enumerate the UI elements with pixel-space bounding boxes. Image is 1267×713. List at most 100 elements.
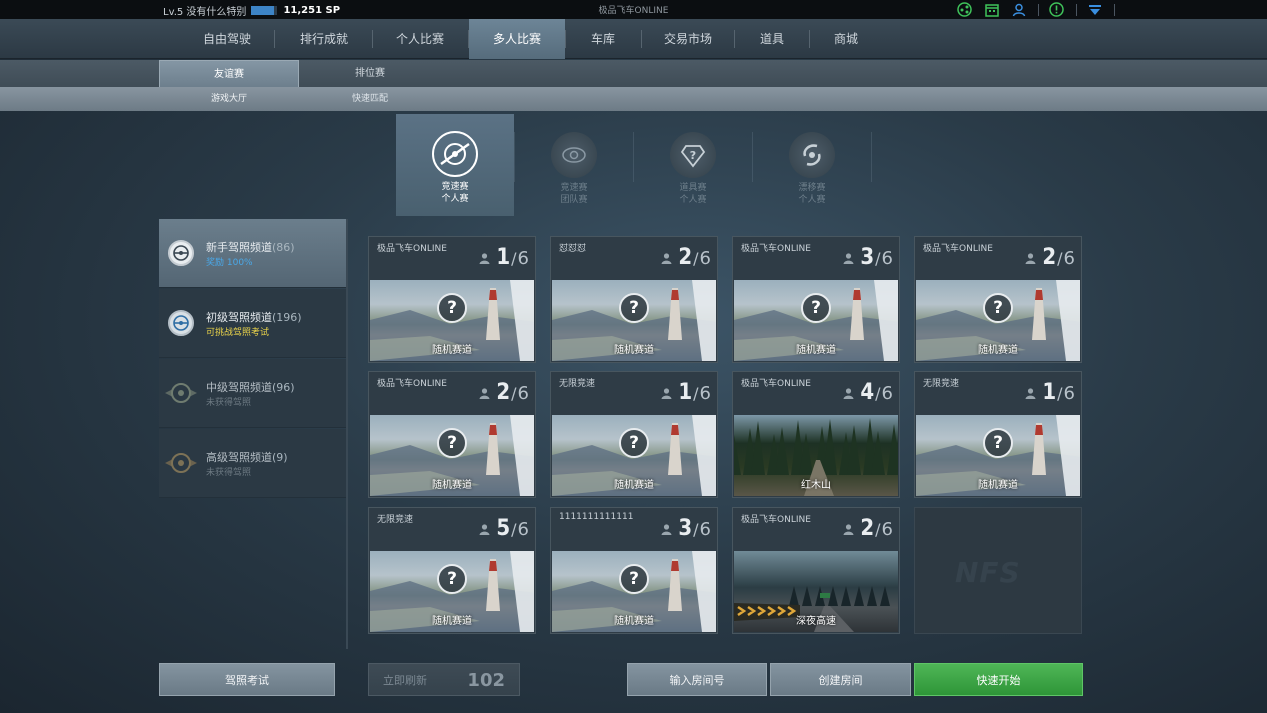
room-name: 极品飞车ONLINE [741,244,811,254]
speed-race-icon [432,131,478,177]
main-nav: 自由驾驶 排行成就 个人比赛 多人比赛 车库 交易市场 道具 商城 [0,19,1267,59]
person-icon [843,388,854,399]
item-race-icon: ? [670,132,716,178]
room-players: 2 [678,245,693,270]
room-player-count: 2/6 [843,518,893,540]
room-player-count: 3/6 [661,518,711,540]
nav-market[interactable]: 交易市场 [642,19,734,59]
mode-label: 竞速赛 个人赛 [441,182,469,204]
room-player-count: 5/6 [479,518,529,540]
mode-speed-race-team[interactable]: 竞速赛 团队赛 [515,114,633,216]
tab-ranked-match[interactable]: 排位赛 [300,60,440,87]
nav-free-drive[interactable]: 自由驾驶 [180,19,274,59]
tab-friendly-match[interactable]: 友谊赛 [159,60,299,87]
channel-name: 高级驾照频道(9) [206,451,288,464]
tab-game-lobby[interactable]: 游戏大厅 [159,87,299,111]
room-max-players: 6 [699,383,711,404]
random-track-icon: ? [437,564,467,594]
room-players: 1 [678,380,693,405]
mode-speed-race-solo[interactable]: 竞速赛 个人赛 [396,114,514,216]
winged-wheel-icon [163,380,199,406]
room-max-players: 6 [517,519,529,540]
refresh-button[interactable]: 立即刷新 102 [368,663,520,696]
channel-advanced[interactable]: 高级驾照频道(9) 未获得驾照 [159,429,346,498]
track-name: 深夜高速 [796,616,836,627]
person-icon [661,253,672,264]
person-icon [843,524,854,535]
quick-start-button[interactable]: 快速开始 [914,663,1083,696]
nav-solo-race[interactable]: 个人比赛 [372,19,468,59]
room-players: 1 [1042,380,1057,405]
room-card[interactable]: 怼怼怼 2/6? 随机赛道 [550,236,718,363]
create-room-button[interactable]: 创建房间 [770,663,911,696]
track-thumbnail: ? 随机赛道 [552,415,716,496]
refresh-countdown: 102 [467,670,505,691]
tab-quick-match[interactable]: 快速匹配 [300,87,440,111]
nav-leaderboard[interactable]: 排行成就 [276,19,372,59]
room-name: 极品飞车ONLINE [741,515,811,525]
room-max-players: 6 [699,519,711,540]
room-name: 极品飞车ONLINE [377,244,447,254]
top-status-bar: Lv.5 没有什么特别 11,251 SP 极品飞车ONLINE [0,0,1267,19]
enter-room-number-button[interactable]: 输入房间号 [627,663,767,696]
channel-name: 新手驾照频道(86) [206,241,295,254]
channel-intermediate[interactable]: 中级驾照频道(96) 未获得驾照 [159,359,346,428]
random-track-icon: ? [619,428,649,458]
alert-icon[interactable] [1049,2,1064,17]
nav-items[interactable]: 道具 [735,19,809,59]
room-max-players: 6 [881,248,893,269]
empty-room-slot: NFS [914,507,1082,634]
room-card[interactable]: 无限竞速 1/6? 随机赛道 [550,371,718,498]
room-card[interactable]: 无限竞速 1/6? 随机赛道 [914,371,1082,498]
room-card[interactable]: 极品飞车ONLINE 2/6 深夜高速 [732,507,900,634]
room-card[interactable]: 1111111111111 3/6? 随机赛道 [550,507,718,634]
random-track-icon: ? [983,293,1013,323]
room-card[interactable]: 极品飞车ONLINE 4/6 红木山 [732,371,900,498]
count-separator: / [875,384,881,403]
room-player-count: 1/6 [1025,382,1075,404]
nav-garage[interactable]: 车库 [565,19,641,59]
room-players: 1 [496,245,511,270]
room-max-players: 6 [881,383,893,404]
mode-item-race-solo[interactable]: ? 道具赛 个人赛 [634,114,752,216]
person-icon [479,388,490,399]
room-players: 3 [678,516,693,541]
channel-beginner[interactable]: 新手驾照频道(86) 奖励 100% [159,219,346,288]
person-icon [479,524,490,535]
lobby-subtabs: 游戏大厅 快速匹配 [0,87,1267,111]
dropdown-icon[interactable] [1087,2,1102,17]
count-separator: / [875,520,881,539]
room-card[interactable]: 极品飞车ONLINE 3/6? 随机赛道 [732,236,900,363]
separator [274,30,275,48]
mode-drift-race-solo[interactable]: 漂移赛 个人赛 [753,114,871,216]
channel-status: 可挑战驾照考试 [206,328,270,338]
channel-junior[interactable]: 初级驾照频道(196) 可挑战驾照考试 [159,289,346,358]
random-track-icon: ? [437,293,467,323]
share-icon[interactable] [957,2,972,17]
license-exam-button[interactable]: 驾照考试 [159,663,335,696]
track-thumbnail: ? 随机赛道 [916,280,1080,361]
room-players: 3 [860,245,875,270]
calendar-icon[interactable] [984,2,999,17]
mode-label: 漂移赛 个人赛 [798,183,826,205]
track-thumbnail: ? 随机赛道 [370,280,534,361]
nav-multiplayer-race[interactable]: 多人比赛 [469,19,565,59]
room-card[interactable]: 极品飞车ONLINE 2/6? 随机赛道 [914,236,1082,363]
drift-race-icon [789,132,835,178]
channel-status: 奖励 100% [206,258,253,268]
room-card[interactable]: 极品飞车ONLINE 2/6? 随机赛道 [368,371,536,498]
room-card[interactable]: 无限竞速 5/6? 随机赛道 [368,507,536,634]
track-thumbnail: ? 随机赛道 [370,415,534,496]
player-level-name: Lv.5 没有什么特别 [163,7,247,18]
person-icon [479,253,490,264]
count-separator: / [511,384,517,403]
xp-bar [251,6,278,15]
user-icon[interactable] [1011,2,1026,17]
player-info: Lv.5 没有什么特别 11,251 SP [163,3,340,18]
room-players: 2 [860,516,875,541]
nav-shop[interactable]: 商城 [810,19,882,59]
random-track-icon: ? [983,428,1013,458]
person-icon [661,524,672,535]
mode-label: 道具赛 个人赛 [679,183,707,205]
room-card[interactable]: 极品飞车ONLINE 1/6? 随机赛道 [368,236,536,363]
